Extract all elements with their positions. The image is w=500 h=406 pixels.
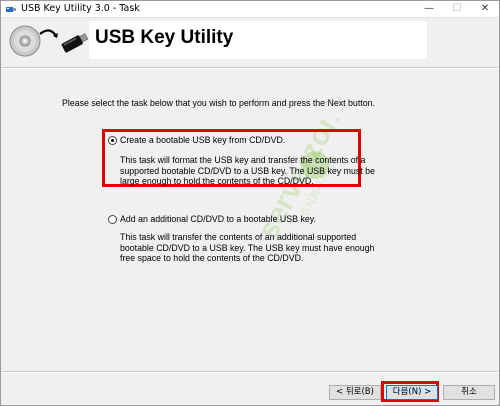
instruction-text: Please select the task below that you wi… (62, 98, 375, 108)
window-title: USB Key Utility 3.0 - Task (21, 3, 140, 14)
footer-divider (2, 371, 498, 373)
app-icon (6, 7, 16, 12)
cd-to-usb-icon (9, 25, 89, 57)
title-bar[interactable]: USB Key Utility 3.0 - Task — ☐ ✕ (1, 1, 499, 18)
option-1-label[interactable]: Create a bootable USB key from CD/DVD. (120, 135, 285, 145)
option-1-radio[interactable] (108, 136, 117, 145)
option-2-radio[interactable] (108, 215, 117, 224)
wizard-window: USB Key Utility 3.0 - Task — ☐ ✕ USB Key… (0, 0, 500, 406)
back-button[interactable]: < 뒤로(B) (329, 385, 381, 400)
close-button[interactable]: ✕ (471, 1, 499, 17)
header-divider (2, 67, 498, 69)
page-title: USB Key Utility (95, 27, 234, 48)
minimize-button[interactable]: — (415, 1, 443, 17)
option-2-label[interactable]: Add an additional CD/DVD to a bootable U… (120, 214, 316, 224)
maximize-button[interactable]: ☐ (443, 1, 471, 17)
cancel-button[interactable]: 취소 (443, 385, 495, 400)
option-2-description: This task will transfer the contents of … (120, 232, 375, 263)
next-button[interactable]: 다음(N) > (386, 385, 438, 400)
option-1-description: This task will format the USB key and tr… (120, 155, 375, 186)
